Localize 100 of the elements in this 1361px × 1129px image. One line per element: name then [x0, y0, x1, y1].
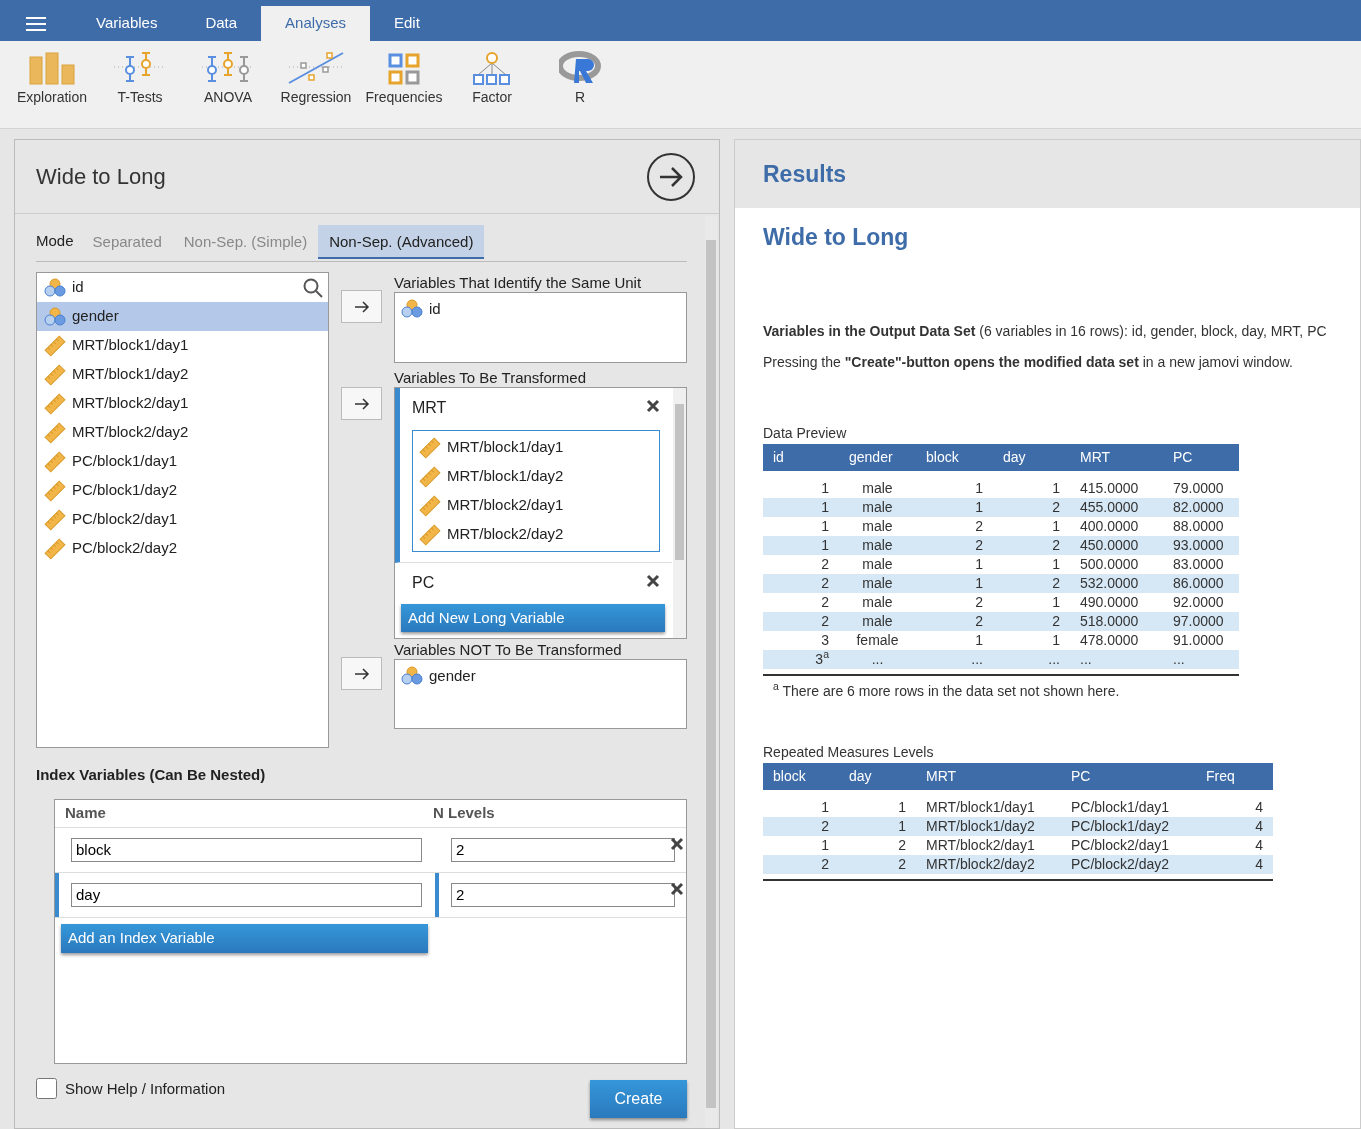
- table-cell: ...: [916, 649, 993, 669]
- levels-field[interactable]: 2: [451, 837, 675, 862]
- target-label: Variables That Identify the Same Unit: [394, 273, 643, 292]
- index-row[interactable]: block 2: [55, 827, 686, 873]
- table-cell: 1: [839, 816, 916, 836]
- analysis-button[interactable]: Factor: [448, 49, 536, 128]
- table-title: Data Preview: [763, 423, 848, 443]
- table-cell: 1: [763, 535, 839, 555]
- analysis-button[interactable]: Frequencies: [360, 49, 448, 128]
- long-variable-items[interactable]: MRT/block1/day1 MRT/block1/day2 MRT/block2/day1 MRT/block2/day2: [412, 430, 660, 552]
- add-index-variable-button[interactable]: Add an Index Variable: [61, 923, 428, 953]
- analysis-button[interactable]: ANOVA: [184, 49, 272, 128]
- table-cell: 1: [993, 592, 1070, 612]
- variable-item[interactable]: id: [401, 297, 680, 321]
- variable-item[interactable]: id: [37, 273, 328, 302]
- variable-name: MRT/block1/day1: [447, 437, 564, 458]
- scatter-line-icon: [287, 51, 345, 85]
- index-row[interactable]: day 2: [55, 872, 686, 918]
- table-cell: 1: [916, 630, 993, 650]
- show-help-checkbox[interactable]: [36, 1078, 57, 1100]
- column-header: gender: [839, 443, 916, 471]
- name-field[interactable]: block: [71, 837, 422, 862]
- table-cell: 1: [916, 470, 993, 498]
- move-right-button[interactable]: [341, 290, 382, 323]
- mode-tab[interactable]: Non-Sep. (Advanced): [318, 224, 485, 259]
- table-cell: 2: [763, 816, 839, 836]
- target-list[interactable]: gender: [394, 659, 687, 729]
- variable-name: gender: [429, 665, 476, 686]
- variable-item[interactable]: MRT/block1/day2: [37, 360, 328, 389]
- long-variable-name: MRT: [412, 398, 447, 418]
- analysis-button[interactable]: Exploration: [8, 49, 96, 128]
- menu-tab[interactable]: Data: [181, 6, 262, 41]
- results-title: Wide to Long: [763, 223, 910, 252]
- variable-name: MRT/block2/day2: [447, 524, 564, 545]
- table-cell: 88.0000: [1163, 516, 1239, 536]
- levels-field[interactable]: 2: [451, 882, 675, 907]
- variable-item[interactable]: MRT/block2/day1: [419, 491, 653, 520]
- variable-name: PC/block1/day2: [72, 480, 178, 501]
- column-header: day: [993, 443, 1070, 471]
- long-variable-list[interactable]: MRT MRT/block1/day1 MRT/block1/day2 MRT/block2/day1 MRT/block2/day2 PC Add New Long Variable: [394, 387, 687, 639]
- analysis-button[interactable]: R: [536, 49, 624, 128]
- variable-list[interactable]: id gender MRT/block1/day1 MRT/block1/day2 MRT/block2/day1 MRT/block2/day2 PC/block1/day1 PC/block1/day2 PC/block2/day1 PC/block2/day2: [36, 272, 329, 748]
- add-long-variable-button[interactable]: Add New Long Variable: [401, 603, 665, 632]
- arrow-right-icon: [353, 300, 370, 313]
- nominal-variable-icon: [401, 299, 423, 319]
- variable-item[interactable]: MRT/block1/day2: [419, 462, 653, 491]
- variable-item[interactable]: MRT/block2/day1: [37, 389, 328, 418]
- column-header: MRT: [916, 762, 1061, 790]
- menu-tab[interactable]: Edit: [370, 6, 444, 41]
- table-cell: ...: [1070, 649, 1163, 669]
- table-cell: female: [839, 630, 916, 650]
- create-button[interactable]: Create: [590, 1079, 687, 1118]
- column-header: id: [763, 443, 839, 471]
- table-cell: 2: [993, 611, 1070, 631]
- table-cell: 4: [1196, 854, 1273, 874]
- close-icon: [670, 836, 684, 851]
- menu-tab[interactable]: Variables: [72, 6, 182, 41]
- variable-item[interactable]: MRT/block1/day1: [419, 433, 653, 462]
- table-cell: male: [839, 470, 916, 498]
- table-cell: male: [839, 516, 916, 536]
- analysis-button[interactable]: T-Tests: [96, 49, 184, 128]
- table-cell: 1: [763, 789, 839, 817]
- table-cell: male: [839, 592, 916, 612]
- variable-item[interactable]: MRT/block2/day2: [419, 520, 653, 549]
- table-cell: PC/block1/day2: [1061, 816, 1196, 836]
- table-cell: 1: [763, 516, 839, 536]
- table-cell: male: [839, 497, 916, 517]
- table-cell: 79.0000: [1163, 470, 1239, 498]
- table-cell: 82.0000: [1163, 497, 1239, 517]
- move-right-button[interactable]: [341, 657, 382, 690]
- variable-item[interactable]: MRT/block2/day2: [37, 418, 328, 447]
- scrollbar[interactable]: [673, 388, 686, 638]
- run-button[interactable]: [647, 152, 695, 201]
- variable-item[interactable]: PC/block2/day1: [37, 505, 328, 534]
- table-cell: PC/block1/day1: [1061, 789, 1196, 817]
- table-cell: 1: [916, 554, 993, 574]
- long-variable-name: PC: [412, 573, 435, 593]
- variable-item[interactable]: gender: [401, 664, 680, 688]
- name-field[interactable]: day: [71, 882, 422, 907]
- section-title: Index Variables (Can Be Nested): [36, 765, 267, 785]
- analysis-button[interactable]: Regression: [272, 49, 360, 128]
- column-header: PC: [1163, 443, 1239, 471]
- arrow-right-icon: [353, 397, 370, 410]
- move-right-button[interactable]: [341, 387, 382, 420]
- variable-item[interactable]: PC/block1/day1: [37, 447, 328, 476]
- table-cell: 2: [839, 854, 916, 874]
- table-cell: 518.0000: [1070, 611, 1163, 631]
- target-list[interactable]: id: [394, 292, 687, 363]
- variable-item[interactable]: PC/block2/day2: [37, 534, 328, 563]
- close-icon: [670, 881, 684, 896]
- variable-item[interactable]: MRT/block1/day1: [37, 331, 328, 360]
- table-cell: 2: [916, 611, 993, 631]
- variable-item[interactable]: PC/block1/day2: [37, 476, 328, 505]
- close-icon: [646, 399, 660, 414]
- variable-item[interactable]: gender: [37, 302, 328, 331]
- table-cell: ...: [1163, 649, 1239, 669]
- table-cell: 3$^{a}$: [763, 649, 839, 669]
- column-header: Freq: [1196, 762, 1273, 790]
- menu-tab[interactable]: Analyses: [261, 6, 370, 41]
- table-cell: PC/block2/day1: [1061, 835, 1196, 855]
